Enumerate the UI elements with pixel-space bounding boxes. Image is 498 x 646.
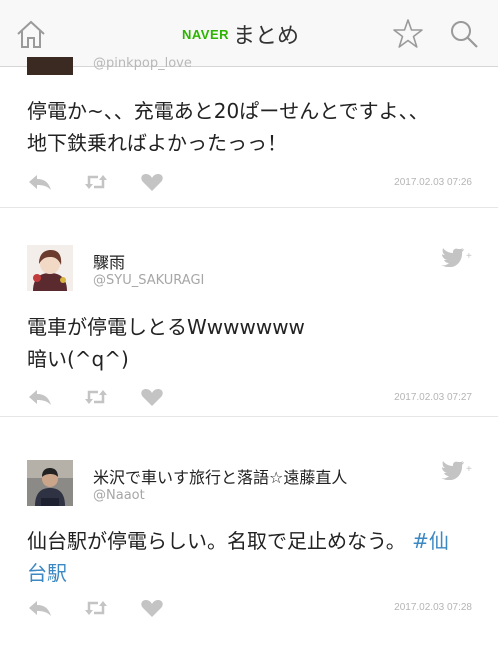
tweet-card: 米沢で車いす旅行と落語☆遠藤直人 @Naaot + 仙台駅が停電らしい。名取で足… (0, 416, 498, 646)
twitter-follow-icon[interactable]: + (438, 245, 472, 267)
avatar[interactable] (27, 245, 73, 291)
reply-icon[interactable] (27, 597, 53, 619)
tweet-text-line: 地下鉄乗ればよかったっっ！ (27, 131, 287, 155)
favorite-button[interactable] (391, 17, 425, 51)
tweet-text-content: 仙台駅が停電らしい。名取で足止めなう。 (27, 529, 406, 553)
heart-icon[interactable] (139, 171, 165, 193)
logo-matome-text: まとめ (233, 24, 300, 49)
search-icon (451, 21, 478, 48)
tweet-timestamp: 2017.02.03 07:28 (394, 602, 472, 613)
search-button[interactable] (447, 17, 481, 51)
tweet-handle[interactable]: @pinkpop_love (93, 56, 192, 71)
tweet-text-line: 停電か~、、充電あと20ぱーせんとですよ、、 (27, 99, 429, 123)
tweet-text-line: 仙台駅が停電らしい。名取で足止めなう。 #仙 (27, 525, 467, 557)
tweet-text: 停電か~、、充電あと20ぱーせんとですよ、、 地下鉄乗ればよかったっっ！ (27, 95, 467, 159)
tweet-text-line: 電車が停電しとるWwwwwww (27, 315, 305, 339)
hashtag-link[interactable]: #仙 (412, 529, 449, 553)
tweet-text-line: 暗い(^q^) (27, 347, 129, 371)
avatar[interactable] (27, 57, 73, 75)
heart-icon[interactable] (139, 597, 165, 619)
app-header: NAVER まとめ (0, 0, 498, 67)
avatar-image (27, 460, 73, 506)
avatar-image (27, 245, 73, 291)
hashtag-link[interactable]: 台駅 (27, 561, 67, 585)
reply-icon[interactable] (27, 386, 53, 408)
tweet-handle[interactable]: @Naaot (93, 488, 145, 503)
retweet-icon[interactable] (83, 597, 109, 619)
retweet-icon[interactable] (83, 171, 109, 193)
tweet-author-name[interactable]: 驟雨 (93, 249, 125, 273)
svg-text:+: + (466, 251, 472, 262)
home-button[interactable] (14, 17, 48, 51)
tweet-actions (27, 596, 195, 620)
avatar[interactable] (27, 460, 73, 506)
tweet-timestamp: 2017.02.03 07:26 (394, 177, 472, 188)
star-outline-icon (393, 19, 423, 48)
tweet-actions (27, 385, 195, 409)
twitter-follow-icon[interactable]: + (438, 458, 472, 480)
tweet-timestamp: 2017.02.03 07:27 (394, 392, 472, 403)
reply-icon[interactable] (27, 171, 53, 193)
tweet-handle[interactable]: @SYU_SAKURAGI (93, 273, 204, 288)
logo-naver-text: NAVER (182, 26, 230, 42)
tweet-text: 仙台駅が停電らしい。名取で足止めなう。 #仙 台駅 (27, 525, 467, 589)
tweet-text-line: 台駅 (27, 557, 467, 589)
home-icon (17, 20, 45, 48)
tweet-text: 電車が停電しとるWwwwwww 暗い(^q^) (27, 311, 467, 375)
tweet-card: @pinkpop_love 停電か~、、充電あと20ぱーせんとですよ、、 地下鉄… (0, 56, 498, 208)
retweet-icon[interactable] (83, 386, 109, 408)
tweet-actions (27, 170, 195, 194)
tweet-card: 驟雨 @SYU_SAKURAGI + 電車が停電しとるWwwwwww 暗い(^q… (0, 207, 498, 417)
naver-matome-logo[interactable]: NAVER まとめ (182, 18, 299, 50)
svg-text:+: + (466, 464, 472, 475)
tweet-author-name[interactable]: 米沢で車いす旅行と落語☆遠藤直人 (93, 464, 347, 488)
heart-icon[interactable] (139, 386, 165, 408)
